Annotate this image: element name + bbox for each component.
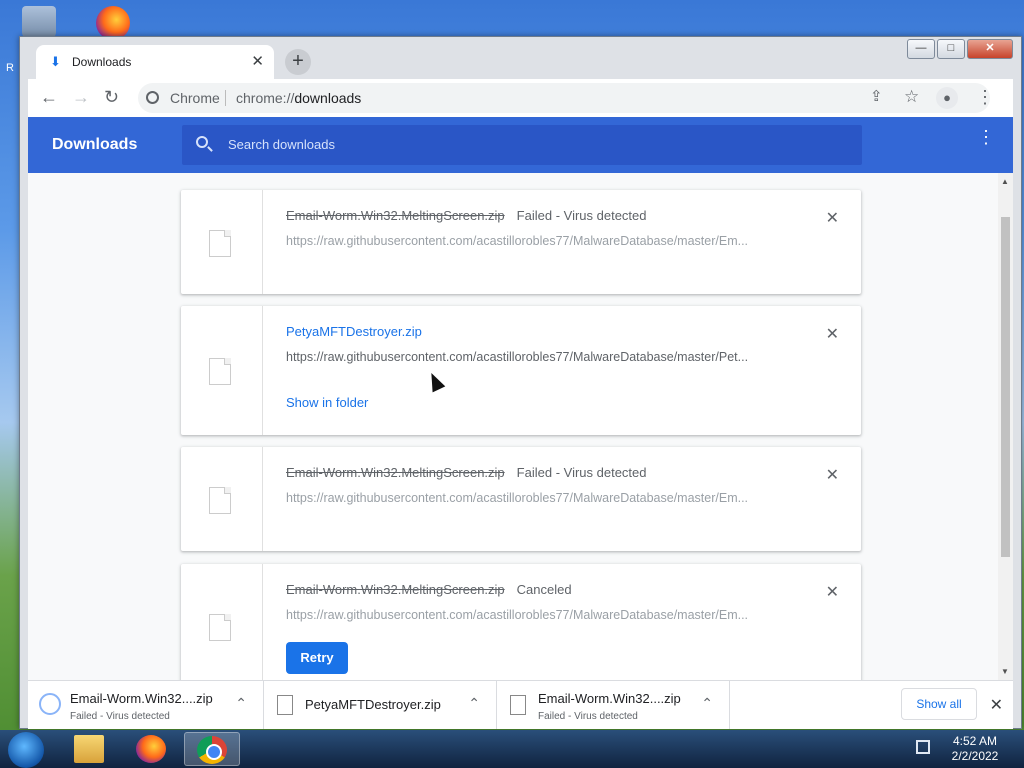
file-icon <box>39 693 61 715</box>
tab-strip: ⬇ Downloads ✕ + — □ ✕ <box>20 37 1021 79</box>
clock-time: 4:52 AM <box>952 734 998 748</box>
chevron-up-icon[interactable]: ⌃ <box>701 695 713 712</box>
remove-download-icon[interactable]: ✕ <box>826 324 839 344</box>
chrome-icon <box>197 736 227 764</box>
chevron-up-icon[interactable]: ⌃ <box>468 695 480 712</box>
desktop-label: R <box>6 62 14 74</box>
shelf-item[interactable]: Email-Worm.Win32....zip Failed - Virus d… <box>496 681 730 729</box>
download-card: Email-Worm.Win32.MeltingScreen.zip Failed… <box>181 190 861 294</box>
remove-download-icon[interactable]: ✕ <box>826 465 839 485</box>
search-placeholder: Search downloads <box>228 137 335 152</box>
show-all-button[interactable]: Show all <box>901 688 977 720</box>
taskbar: 4:52 AM 2/2/2022 <box>0 730 1024 768</box>
chevron-up-icon[interactable]: ⌃ <box>235 695 247 712</box>
search-downloads-input[interactable]: Search downloads <box>182 125 862 165</box>
network-icon[interactable] <box>916 740 930 754</box>
tab-close-icon[interactable]: ✕ <box>251 52 264 70</box>
maximize-button[interactable]: □ <box>937 39 965 59</box>
download-url: https://raw.githubusercontent.com/acasti… <box>286 234 749 248</box>
firefox-desktop-icon[interactable] <box>96 6 130 40</box>
chrome-window: ⬇ Downloads ✕ + — □ ✕ ← → ↻ Chrome chrom… <box>19 36 1022 729</box>
shelf-item-name: Email-Worm.Win32....zip <box>538 691 681 706</box>
shelf-item[interactable]: PetyaMFTDestroyer.zip ⌃ <box>263 681 497 729</box>
remove-download-icon[interactable]: ✕ <box>826 208 839 228</box>
remove-download-icon[interactable]: ✕ <box>826 582 839 602</box>
start-button[interactable] <box>8 732 44 768</box>
forward-icon[interactable]: → <box>72 88 90 106</box>
recycle-bin-icon[interactable] <box>22 6 56 40</box>
chrome-site-icon <box>146 91 159 104</box>
downloads-page: Downloads Search downloads ⋮ Email-Worm.… <box>28 117 1013 680</box>
file-icon <box>209 487 231 514</box>
back-icon[interactable]: ← <box>40 88 58 106</box>
share-icon[interactable]: ⇪ <box>870 88 883 106</box>
page-title: Downloads <box>52 136 138 153</box>
shelf-item-name: Email-Worm.Win32....zip <box>70 691 213 706</box>
close-window-button[interactable]: ✕ <box>967 39 1013 59</box>
download-url: https://raw.githubusercontent.com/acasti… <box>286 491 749 505</box>
file-thumbnail <box>181 447 263 551</box>
clock-date: 2/2/2022 <box>951 749 999 763</box>
download-status: Failed - Virus detected <box>516 208 647 223</box>
download-filename: Email-Worm.Win32.MeltingScreen.zip Failed… <box>286 208 647 223</box>
retry-button[interactable]: Retry <box>286 642 348 674</box>
downloads-header: Downloads Search downloads ⋮ <box>28 117 1013 173</box>
tab-downloads[interactable]: ⬇ Downloads ✕ <box>36 45 274 79</box>
file-thumbnail <box>181 564 263 680</box>
taskbar-explorer[interactable] <box>62 732 118 766</box>
window-controls: — □ ✕ <box>905 39 1013 59</box>
bookmark-star-icon[interactable]: ☆ <box>904 88 919 106</box>
download-card: PetyaMFTDestroyer.zip https://raw.github… <box>181 306 861 435</box>
scroll-up-icon[interactable]: ▲ <box>1001 177 1009 186</box>
omnibox-divider <box>225 90 226 106</box>
file-thumbnail <box>181 306 263 435</box>
file-icon <box>209 230 231 257</box>
reload-icon[interactable]: ↻ <box>104 88 119 106</box>
download-status: Failed - Virus detected <box>516 465 647 480</box>
download-shelf: Email-Worm.Win32....zip Failed - Virus d… <box>28 680 1013 729</box>
scroll-down-icon[interactable]: ▼ <box>1001 667 1009 676</box>
profile-avatar-icon[interactable]: ● <box>936 87 958 109</box>
taskbar-firefox[interactable] <box>124 732 180 766</box>
search-icon <box>196 136 208 148</box>
download-status: Canceled <box>516 582 572 597</box>
download-filename: Email-Worm.Win32.MeltingScreen.zip Cancel… <box>286 582 572 597</box>
file-icon <box>510 695 526 715</box>
file-thumbnail <box>181 190 263 294</box>
folder-icon <box>74 735 104 763</box>
shelf-item-status: Failed - Virus detected <box>538 711 638 722</box>
chrome-menu-icon[interactable]: ⋮ <box>976 88 994 106</box>
toolbar: ← → ↻ Chrome chrome://downloads ⇪ ☆ ● ⋮ <box>28 79 1013 117</box>
firefox-icon <box>136 735 166 763</box>
site-label: Chrome <box>170 90 220 106</box>
shelf-item[interactable]: Email-Worm.Win32....zip Failed - Virus d… <box>28 681 264 729</box>
minimize-button[interactable]: — <box>907 39 935 59</box>
taskbar-chrome[interactable] <box>184 732 240 766</box>
show-in-folder-link[interactable]: Show in folder <box>286 395 368 410</box>
shelf-item-status: Failed - Virus detected <box>70 711 170 722</box>
file-icon <box>209 358 231 385</box>
download-url[interactable]: https://raw.githubusercontent.com/acasti… <box>286 350 786 364</box>
url-text[interactable]: chrome://downloads <box>236 90 361 106</box>
downloads-menu-icon[interactable]: ⋮ <box>977 128 995 146</box>
tab-title: Downloads <box>72 55 132 69</box>
download-icon: ⬇ <box>50 54 61 69</box>
page-scrollbar[interactable]: ▲ ▼ <box>998 173 1013 680</box>
download-card: Email-Worm.Win32.MeltingScreen.zip Failed… <box>181 447 861 551</box>
file-icon <box>209 614 231 641</box>
system-clock[interactable]: 4:52 AM 2/2/2022 <box>940 734 1010 764</box>
scrollbar-thumb[interactable] <box>1001 217 1010 557</box>
download-filename-link[interactable]: PetyaMFTDestroyer.zip <box>286 324 422 339</box>
address-bar[interactable]: Chrome chrome://downloads <box>138 83 990 113</box>
download-url: https://raw.githubusercontent.com/acasti… <box>286 608 749 622</box>
shelf-item-name: PetyaMFTDestroyer.zip <box>305 697 441 712</box>
close-shelf-icon[interactable]: ✕ <box>990 695 1003 715</box>
new-tab-button[interactable]: + <box>285 49 311 75</box>
download-filename: Email-Worm.Win32.MeltingScreen.zip Failed… <box>286 465 647 480</box>
download-card: Email-Worm.Win32.MeltingScreen.zip Cancel… <box>181 564 861 680</box>
file-icon <box>277 695 293 715</box>
